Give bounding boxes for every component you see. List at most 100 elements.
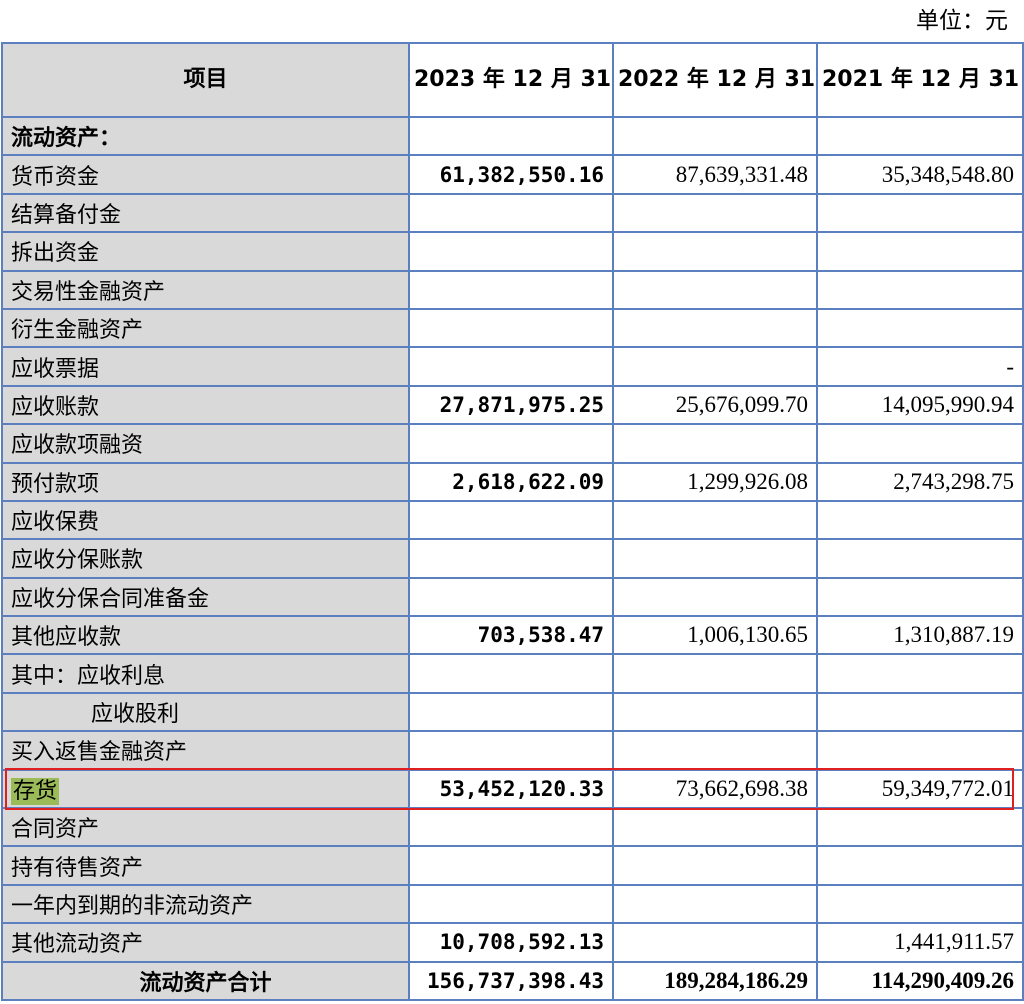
table-row: 流动资产： bbox=[1, 115, 1024, 157]
row-label: 一年内到期的非流动资产 bbox=[1, 883, 410, 925]
value-2023: 53,452,120.33 bbox=[408, 768, 614, 810]
value-2022 bbox=[612, 499, 818, 541]
value-2023 bbox=[408, 192, 614, 234]
value-2023: 10,708,592.13 bbox=[408, 922, 614, 963]
balance-sheet-table: 项目 2023 年 12 月 31 日 2022 年 12 月 31 日 202… bbox=[1, 42, 1024, 1001]
row-label: 应收款项融资 bbox=[1, 423, 410, 464]
table-row: 应收保费 bbox=[1, 499, 1024, 541]
value-2021 bbox=[816, 307, 1024, 349]
value-2021 bbox=[816, 691, 1024, 733]
value-2023 bbox=[408, 845, 614, 886]
table-row: 合同资产 bbox=[1, 807, 1024, 848]
value-2021: 59,349,772.01 bbox=[816, 768, 1024, 810]
table-row: 应收款项融资 bbox=[1, 423, 1024, 464]
table-row: 买入返售金融资产 bbox=[1, 730, 1024, 771]
value-2021: 1,441,911.57 bbox=[816, 922, 1024, 963]
value-2022: 189,284,186.29 bbox=[612, 960, 818, 1001]
value-2023: 2,618,622.09 bbox=[408, 461, 614, 502]
table-row: 应收股利 bbox=[1, 691, 1024, 733]
value-2021 bbox=[816, 807, 1024, 848]
value-2022 bbox=[612, 346, 818, 387]
value-2021 bbox=[816, 499, 1024, 541]
table-row: 其中：应收利息 bbox=[1, 653, 1024, 694]
value-2022: 73,662,698.38 bbox=[612, 768, 818, 810]
row-label: 应收股利 bbox=[1, 691, 410, 733]
row-label: 持有待售资产 bbox=[1, 845, 410, 886]
value-2021: 2,743,298.75 bbox=[816, 461, 1024, 502]
value-2022 bbox=[612, 807, 818, 848]
value-2021 bbox=[816, 576, 1024, 618]
value-2021 bbox=[816, 538, 1024, 579]
row-label: 其中：应收利息 bbox=[1, 653, 410, 694]
value-2021 bbox=[816, 192, 1024, 234]
value-2023 bbox=[408, 307, 614, 349]
value-2022 bbox=[612, 730, 818, 771]
value-2023: 61,382,550.16 bbox=[408, 154, 614, 195]
value-2021: 14,095,990.94 bbox=[816, 384, 1024, 426]
value-2021 bbox=[816, 115, 1024, 157]
value-2021 bbox=[816, 883, 1024, 925]
value-2022 bbox=[612, 192, 818, 234]
table-row: 应收票据 - bbox=[1, 346, 1024, 387]
year-2022-header: 2022 年 12 月 31 日 bbox=[612, 42, 818, 118]
value-2021: - bbox=[816, 346, 1024, 387]
value-2022 bbox=[612, 423, 818, 464]
row-label: 衍生金融资产 bbox=[1, 307, 410, 349]
value-2021: 35,348,548.80 bbox=[816, 154, 1024, 195]
value-2023 bbox=[408, 883, 614, 925]
value-2022: 1,299,926.08 bbox=[612, 461, 818, 502]
row-label: 应收票据 bbox=[1, 346, 410, 387]
value-2021: 114,290,409.26 bbox=[816, 960, 1024, 1001]
row-label: 结算备付金 bbox=[1, 192, 410, 234]
value-2022 bbox=[612, 845, 818, 886]
value-2022 bbox=[612, 115, 818, 157]
value-2022 bbox=[612, 307, 818, 349]
row-label: 货币资金 bbox=[1, 154, 410, 195]
row-label: 买入返售金融资产 bbox=[1, 730, 410, 771]
row-label: 存货 bbox=[1, 768, 410, 810]
row-label: 流动资产合计 bbox=[1, 960, 410, 1001]
value-2023 bbox=[408, 423, 614, 464]
value-2023: 156,737,398.43 bbox=[408, 960, 614, 1001]
table-row: 持有待售资产 bbox=[1, 845, 1024, 886]
table-row-inventory: 存货 53,452,120.33 73,662,698.38 59,349,77… bbox=[1, 768, 1024, 810]
value-2022 bbox=[612, 691, 818, 733]
row-label: 合同资产 bbox=[1, 807, 410, 848]
value-2023: 27,871,975.25 bbox=[408, 384, 614, 426]
value-2023 bbox=[408, 269, 614, 310]
table-row: 结算备付金 bbox=[1, 192, 1024, 234]
row-label: 应收保费 bbox=[1, 499, 410, 541]
value-2023 bbox=[408, 499, 614, 541]
table-row: 交易性金融资产 bbox=[1, 269, 1024, 310]
row-label: 流动资产： bbox=[1, 115, 410, 157]
value-2021 bbox=[816, 423, 1024, 464]
year-2021-header: 2021 年 12 月 31 日 bbox=[816, 42, 1024, 118]
value-2023 bbox=[408, 653, 614, 694]
value-2023 bbox=[408, 346, 614, 387]
unit-label: 单位：元 bbox=[916, 8, 1008, 34]
table-row: 货币资金 61,382,550.16 87,639,331.48 35,348,… bbox=[1, 154, 1024, 195]
table-row: 拆出资金 bbox=[1, 231, 1024, 272]
row-label: 交易性金融资产 bbox=[1, 269, 410, 310]
value-2021 bbox=[816, 653, 1024, 694]
row-label: 应收分保账款 bbox=[1, 538, 410, 579]
row-label: 应收分保合同准备金 bbox=[1, 576, 410, 618]
table-row: 应收分保账款 bbox=[1, 538, 1024, 579]
table-row: 衍生金融资产 bbox=[1, 307, 1024, 349]
item-column-header: 项目 bbox=[1, 42, 410, 118]
value-2022 bbox=[612, 538, 818, 579]
table-row: 应收分保合同准备金 bbox=[1, 576, 1024, 618]
table-row: 预付款项 2,618,622.09 1,299,926.08 2,743,298… bbox=[1, 461, 1024, 502]
table-row: 一年内到期的非流动资产 bbox=[1, 883, 1024, 925]
table-row: 应收账款 27,871,975.25 25,676,099.70 14,095,… bbox=[1, 384, 1024, 426]
value-2022 bbox=[612, 231, 818, 272]
row-label: 拆出资金 bbox=[1, 231, 410, 272]
value-2021 bbox=[816, 730, 1024, 771]
value-2022 bbox=[612, 883, 818, 925]
table-row: 其他流动资产 10,708,592.13 1,441,911.57 bbox=[1, 922, 1024, 963]
value-2023 bbox=[408, 538, 614, 579]
table-row: 其他应收款 703,538.47 1,006,130.65 1,310,887.… bbox=[1, 615, 1024, 656]
table-row-total: 流动资产合计 156,737,398.43 189,284,186.29 114… bbox=[1, 960, 1024, 1001]
value-2023 bbox=[408, 691, 614, 733]
value-2023 bbox=[408, 576, 614, 618]
